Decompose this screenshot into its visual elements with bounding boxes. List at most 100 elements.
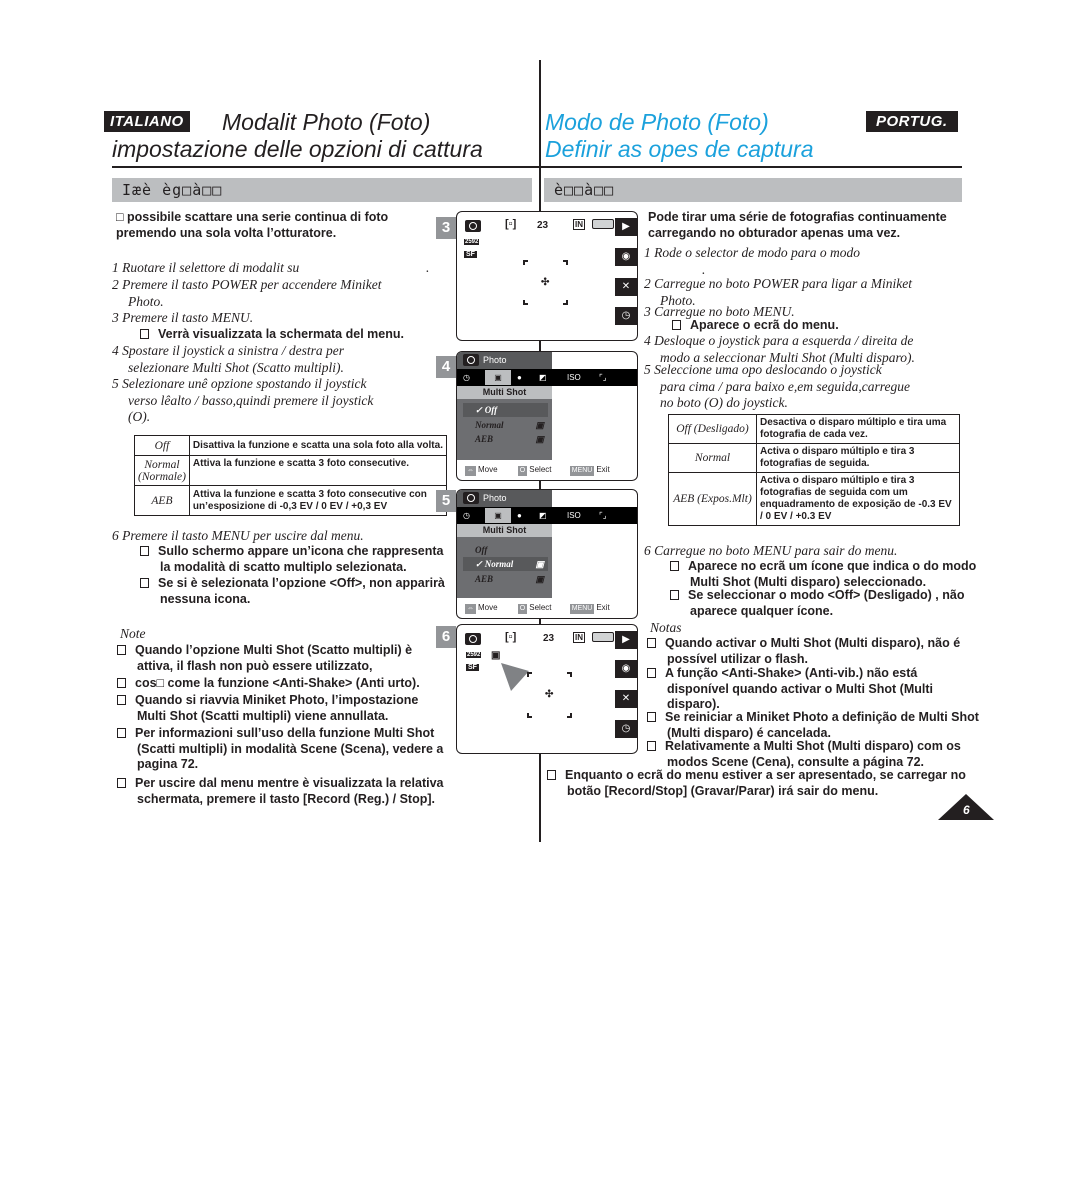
italian-title: Modalit Photo (Foto) [222, 109, 431, 135]
intro-line: Pode tirar uma série de fotografias cont… [648, 210, 947, 224]
exposure-icon[interactable]: ◩ [539, 369, 547, 386]
italian-step-1-period: . [426, 260, 430, 275]
note-text: cos□ come la funzione <Anti-Shake> (Anti… [135, 676, 420, 690]
iso-label[interactable]: ISO [567, 507, 581, 524]
metering-icon: [▫] [505, 631, 517, 643]
note-text: (Scatti multipli) in modalità Scene (Sce… [137, 741, 444, 756]
portuguese-note: Se reiniciar a Miniket Photo a definição… [647, 710, 979, 741]
portuguese-step-5: 5 Seleccione uma opo deslocando o joysti… [644, 362, 910, 412]
italian-step-5: 5 Selezionare unê opzione spostando il j… [112, 376, 373, 426]
camera-icon [465, 633, 481, 645]
option-label: Normal [484, 559, 514, 569]
menu-option-normal[interactable]: Normal ▣ [463, 418, 548, 432]
bullet-box [117, 645, 126, 655]
step-text: selezionare Multi Shot (Scatto multipli)… [128, 359, 344, 375]
aeb-icon: ▣ [535, 574, 544, 584]
playback-icon[interactable]: ▶ [615, 631, 637, 649]
italian-note: Per informazioni sull’uso della funzione… [117, 726, 443, 773]
step-number-5: 5 [436, 490, 456, 512]
multi-shot-icon: ▣ [535, 559, 544, 569]
portuguese-step-6: 6 Carregue no boto MENU para sair do men… [644, 543, 898, 558]
multi-shot-icon: ▣ [491, 650, 501, 661]
menu-strip: ◷ ▣ ● ◩ ISO ⌜⌟ [457, 507, 637, 524]
bullet-box [547, 770, 556, 780]
self-timer-icon[interactable]: ◷ [615, 307, 637, 325]
bullet-box [117, 678, 126, 688]
focus-corner-icon [527, 672, 532, 677]
menu-title: Multi Shot [457, 386, 552, 399]
iso-label[interactable]: ISO [567, 369, 581, 386]
anti-shake-icon[interactable]: ✕ [615, 278, 637, 296]
bullet-text: Aparece o ecrã do menu. [690, 318, 839, 332]
menu-title: Multi Shot [457, 524, 552, 537]
menu-option-aeb[interactable]: AEB ▣ [463, 572, 548, 586]
intro-line: carregando no obturador apenas uma vez. [648, 225, 901, 240]
step-text: 2 Premere il tasto POWER per accendere M… [112, 277, 382, 292]
self-timer-icon[interactable]: ◷ [615, 720, 637, 738]
menu-footer: ⇔ Move O Select MENU Exit [457, 460, 637, 480]
menu-option-aeb[interactable]: AEB ▣ [463, 432, 548, 446]
step-text: 5 Seleccione uma opo deslocando o joysti… [644, 362, 882, 377]
note-text: possível utilizar o flash. [667, 651, 809, 666]
focus-corner-icon [523, 300, 528, 305]
step-text: verso lêalto / basso,quindi premere il j… [128, 392, 374, 408]
bullet-box [670, 590, 679, 600]
italian-step-4: 4 Spostare il joystick a sinistra / dest… [112, 343, 344, 376]
intro-line: premendo una sola volta l’otturatore. [116, 225, 337, 240]
effect-icon[interactable]: ● [517, 369, 522, 386]
wide-icon[interactable]: ⌜⌟ [599, 507, 607, 524]
portuguese-note: A função <Anti-Shake> (Anti-vib.) não es… [647, 666, 933, 713]
note-text: Quando activar o Multi Shot (Multi dispa… [665, 636, 961, 650]
camera-icon [465, 220, 481, 232]
note-text: disponível quando activar o Multi Shot (… [667, 681, 933, 696]
note-text: Per informazioni sull’uso della funzione… [135, 726, 435, 740]
bullet-box [140, 546, 149, 556]
menu-option-off[interactable]: ✓ Off [463, 403, 548, 417]
bullet-box [117, 695, 126, 705]
option-key: Normal [668, 443, 757, 473]
bullet-box [672, 320, 681, 330]
italian-note-title: Note [120, 626, 146, 641]
playback-icon[interactable]: ▶ [615, 218, 637, 236]
multi-shot-icon[interactable]: ▣ [485, 508, 511, 523]
quality-icon: SF [464, 251, 477, 258]
battery-icon [592, 632, 614, 642]
multi-shot-icon: ▣ [535, 420, 544, 430]
eye-icon[interactable]: ◉ [615, 248, 637, 266]
note-text: Quando si riavvia Miniket Photo, l’impos… [135, 693, 419, 707]
joystick-icon: ⇔ [465, 466, 476, 476]
italian-intro: □ possibile scattare una serie continua … [116, 210, 388, 241]
multi-shot-icon[interactable]: ▣ [485, 370, 511, 385]
italian-options-table: Off Disattiva la funzione e scatta una s… [134, 435, 447, 516]
lcd-screen-4: Photo ◷ ▣ ● ◩ ISO ⌜⌟ Multi Shot ✓ Off No… [456, 351, 638, 481]
memory-icon: IN [573, 219, 585, 230]
exposure-icon[interactable]: ◩ [539, 507, 547, 524]
bullet-text: Sullo schermo appare un’icona che rappre… [158, 544, 444, 558]
bullet-text: Se si è selezionata l’opzione <Off>, non… [158, 576, 445, 590]
aeb-icon: ▣ [535, 434, 544, 444]
self-timer-icon[interactable]: ◷ [463, 507, 470, 524]
focus-center-icon: ✣ [541, 277, 550, 288]
bullet-text: Verrà visualizzata la schermata del menu… [158, 327, 404, 341]
note-text: schermata, premere il tasto [Record (Reg… [137, 791, 435, 806]
wide-icon[interactable]: ⌜⌟ [599, 369, 607, 386]
note-text: botão [Record/Stop] (Gravar/Parar) irá s… [567, 783, 879, 798]
focus-corner-icon [563, 300, 568, 305]
self-timer-icon[interactable]: ◷ [463, 369, 470, 386]
eye-icon[interactable]: ◉ [615, 660, 637, 678]
focus-corner-icon [563, 260, 568, 265]
resolution-icon: 2592 [466, 652, 482, 658]
note-text: Relativamente a Multi Shot (Multi dispar… [665, 739, 961, 753]
note-text: Quando l’opzione Multi Shot (Scatto mult… [135, 643, 413, 657]
italian-step-3-bullet: Verrà visualizzata la schermata del menu… [140, 327, 404, 343]
anti-shake-icon[interactable]: ✕ [615, 690, 637, 708]
menu-option-off[interactable]: Off [463, 543, 548, 557]
option-key: Off (Desligado) [668, 414, 757, 444]
step-number-6: 6 [436, 626, 456, 648]
exit-label: Exit [596, 465, 610, 474]
menu-strip: ◷ ▣ ● ◩ ISO ⌜⌟ [457, 369, 637, 386]
menu-option-normal[interactable]: ✓ Normal ▣ [463, 557, 548, 571]
menu-key: MENU [569, 466, 595, 476]
effect-icon[interactable]: ● [517, 507, 522, 524]
intro-line: □ possibile scattare una serie continua … [116, 210, 389, 224]
